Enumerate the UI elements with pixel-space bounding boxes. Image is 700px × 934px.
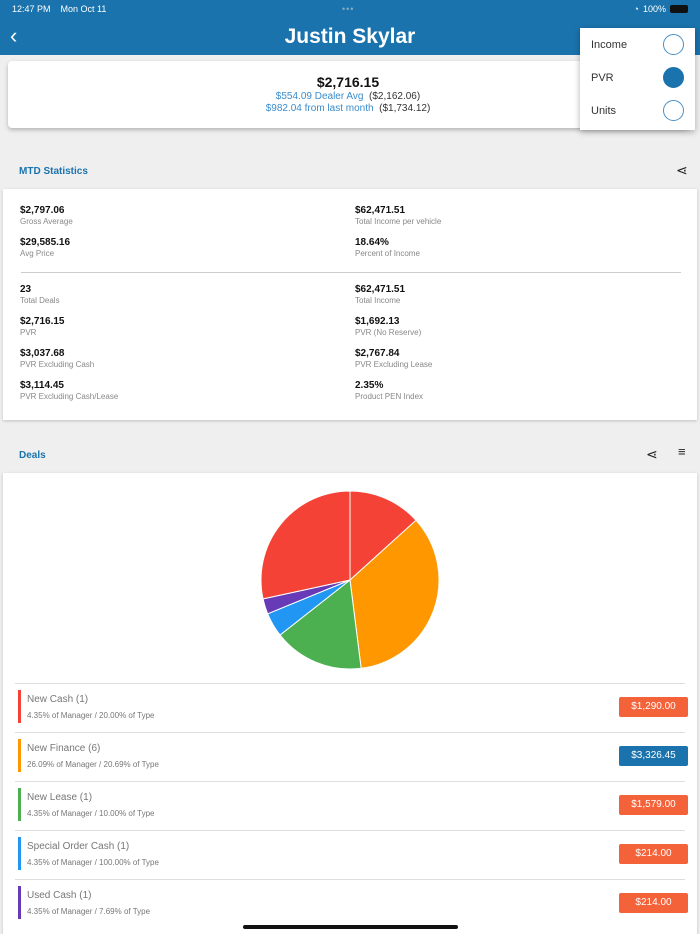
stat-label: Product PEN Index: [355, 392, 424, 401]
stat-value: $3,037.68: [20, 348, 65, 359]
stat-label: PVR (No Reserve): [355, 328, 422, 337]
stat-item: $3,114.45 PVR Excluding Cash/Lease: [20, 380, 118, 401]
stat-item: $29,585.16 Avg Price: [20, 237, 70, 258]
option-label: Units: [591, 104, 617, 117]
status-time: 12:47 PM: [12, 4, 51, 14]
deal-row[interactable]: New Cash (1) 4.35% of Manager / 20.00% of…: [15, 683, 688, 732]
home-indicator: [243, 925, 458, 929]
divider: [21, 272, 681, 273]
battery-icon: [670, 5, 688, 13]
color-indicator: [18, 837, 21, 870]
last-month: $982.04 from last month: [265, 103, 374, 114]
deal-name: Special Order Cash (1): [27, 841, 130, 852]
option-income[interactable]: Income: [580, 28, 695, 61]
battery-percent: 100%: [642, 4, 666, 14]
stat-value: 18.64%: [355, 237, 389, 248]
stat-label: PVR Excluding Lease: [355, 360, 433, 369]
stat-value: $2,716.15: [20, 316, 65, 327]
mtd-section-title: MTD Statistics: [19, 166, 88, 177]
wifi-icon: ◔: [633, 4, 639, 14]
color-indicator: [18, 886, 21, 919]
stat-item: $62,471.51 Total Income per vehicle: [355, 205, 441, 226]
status-bar: 12:47 PM Mon Oct 11 ••• ◔ 100%: [0, 0, 700, 18]
last-month-value: ($1,734.12): [379, 103, 431, 114]
radio-button-selected[interactable]: [663, 67, 684, 88]
stat-item: 18.64% Percent of Income: [355, 237, 420, 258]
deal-subtext: 4.35% of Manager / 10.00% of Type: [27, 809, 155, 818]
deals-section-title: Deals: [19, 450, 46, 461]
stat-label: PVR Excluding Cash: [20, 360, 95, 369]
deal-row[interactable]: Special Order Cash (1) 4.35% of Manager /…: [15, 830, 688, 879]
option-label: Income: [591, 38, 628, 51]
option-units[interactable]: Units: [580, 94, 695, 127]
stat-value: 2.35%: [355, 380, 384, 391]
stat-item: 2.35% Product PEN Index: [355, 380, 423, 401]
stat-value: $2,797.06: [20, 205, 65, 216]
stat-value: $62,471.51: [355, 284, 406, 295]
pie-slice-other[interactable]: [260, 490, 351, 600]
deals-card: New Cash (1) 4.35% of Manager / 20.00% of…: [3, 473, 697, 934]
stat-value: 23: [20, 284, 32, 295]
deal-amount-badge[interactable]: $3,326.45: [619, 746, 688, 766]
stat-label: PVR: [20, 328, 37, 337]
stat-item: 23 Total Deals: [20, 284, 60, 305]
deal-amount-badge[interactable]: $214.00: [619, 844, 688, 864]
option-label: PVR: [591, 71, 614, 84]
stat-item: $3,037.68 PVR Excluding Cash: [20, 348, 94, 369]
stat-value: $29,585.16: [20, 237, 71, 248]
deal-row[interactable]: Used Cash (1) 4.35% of Manager / 7.69% of…: [15, 879, 688, 928]
deal-subtext: 4.35% of Manager / 7.69% of Type: [27, 907, 151, 916]
share-icon[interactable]: ⋖: [646, 446, 658, 463]
deal-subtext: 26.09% of Manager / 20.69% of Type: [27, 760, 159, 769]
stat-item: $2,716.15 PVR: [20, 316, 65, 337]
stat-item: $2,797.06 Gross Average: [20, 205, 73, 226]
deal-name: New Finance (6): [27, 743, 101, 754]
deal-name: New Cash (1): [27, 694, 89, 705]
multitask-dots[interactable]: •••: [342, 4, 354, 14]
color-indicator: [18, 690, 21, 723]
share-icon[interactable]: ⋖: [676, 162, 688, 179]
deal-name: New Lease (1): [27, 792, 93, 803]
deal-amount-badge[interactable]: $1,290.00: [619, 697, 688, 717]
stat-item: $62,471.51 Total Income: [355, 284, 405, 305]
stat-value: $3,114.45: [20, 380, 64, 391]
deal-subtext: 4.35% of Manager / 100.00% of Type: [27, 858, 159, 867]
stat-label: Total Income: [355, 296, 401, 305]
sort-icon[interactable]: ≡: [678, 444, 686, 459]
radio-button[interactable]: [663, 100, 684, 121]
mtd-stats-card: $2,797.06 Gross Average $62,471.51 Total In…: [3, 189, 697, 420]
stat-label: Avg Price: [20, 249, 55, 258]
color-indicator: [18, 739, 21, 772]
deal-row[interactable]: New Lease (1) 4.35% of Manager / 10.00% o…: [15, 781, 688, 830]
deal-name: Used Cash (1): [27, 890, 92, 901]
status-date: Mon Oct 11: [60, 4, 107, 14]
dealer-avg: $554.09 Dealer Avg: [275, 91, 364, 102]
deal-subtext: 4.35% of Manager / 20.00% of Type: [27, 711, 155, 720]
option-pvr[interactable]: PVR: [580, 61, 695, 94]
metric-selector-popup: Income PVR Units: [580, 28, 695, 130]
radio-button[interactable]: [663, 34, 684, 55]
deals-pie-chart: [260, 490, 440, 670]
stat-value: $62,471.51: [355, 205, 406, 216]
stat-label: Percent of Income: [355, 249, 420, 258]
stat-value: $2,767.84: [355, 348, 400, 359]
deal-row[interactable]: New Finance (6) 26.09% of Manager / 20.69…: [15, 732, 688, 781]
dealer-avg-value: ($2,162.06): [369, 91, 421, 102]
back-chevron-icon[interactable]: ‹: [10, 23, 17, 49]
deal-amount-badge[interactable]: $1,579.00: [619, 795, 688, 815]
stat-label: Total Income per vehicle: [355, 217, 442, 226]
stat-item: $1,692.13 PVR (No Reserve): [355, 316, 421, 337]
stat-label: Gross Average: [20, 217, 73, 226]
stat-value: $1,692.13: [355, 316, 400, 327]
deal-amount-badge[interactable]: $214.00: [619, 893, 688, 913]
stat-label: PVR Excluding Cash/Lease: [20, 392, 119, 401]
stat-item: $2,767.84 PVR Excluding Lease: [355, 348, 432, 369]
color-indicator: [18, 788, 21, 821]
stat-label: Total Deals: [20, 296, 60, 305]
